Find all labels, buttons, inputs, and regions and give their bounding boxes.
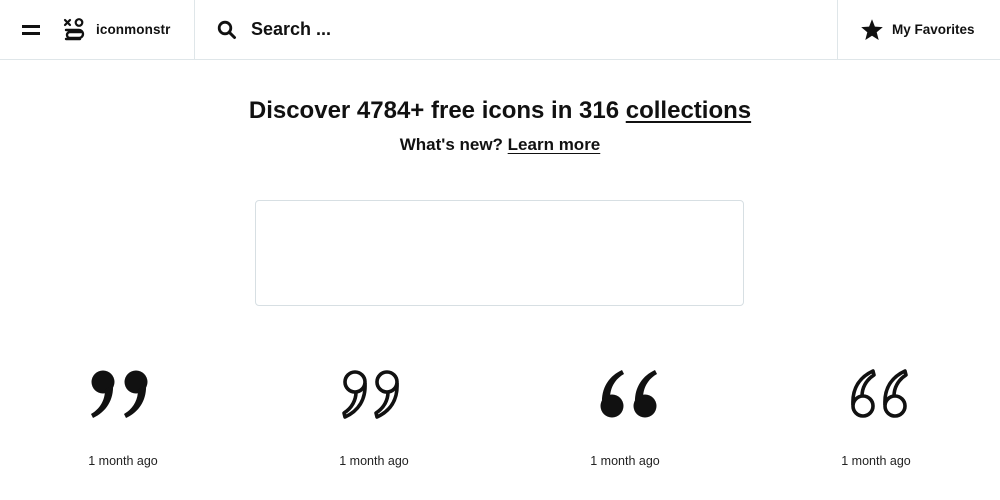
icon-card[interactable]: 1 month ago: [801, 360, 951, 468]
my-favorites-button[interactable]: My Favorites: [837, 0, 1000, 59]
top-navbar: iconmonstr My Favorites: [0, 0, 1000, 60]
quote-right-outline-icon: [342, 370, 399, 419]
my-favorites-label: My Favorites: [892, 22, 975, 37]
search-icon[interactable]: [217, 20, 237, 40]
hero-subtitle: What's new? Learn more: [0, 135, 1000, 155]
icon-timestamp: 1 month ago: [88, 454, 158, 468]
brand-area: iconmonstr: [0, 0, 195, 59]
icon-timestamp: 1 month ago: [590, 454, 660, 468]
search-bar: [195, 0, 837, 59]
hero-title: Discover 4784+ free icons in 316 collect…: [0, 97, 1000, 125]
quote-left-filled-icon: [600, 370, 657, 418]
iconmonstr-logo-icon[interactable]: [62, 17, 88, 43]
collections-link[interactable]: collections: [626, 97, 751, 124]
menu-button[interactable]: [22, 20, 42, 40]
brand-name[interactable]: iconmonstr: [96, 22, 171, 37]
quote-left-outline-icon: [851, 369, 908, 418]
ad-placeholder-box: [255, 200, 744, 306]
icon-card[interactable]: 1 month ago: [48, 360, 198, 468]
learn-more-link[interactable]: Learn more: [508, 135, 601, 154]
hero-title-text: Discover 4784+ free icons in 316: [248, 97, 626, 124]
icon-card[interactable]: 1 month ago: [299, 360, 449, 468]
icon-timestamp: 1 month ago: [841, 454, 911, 468]
hero-subtitle-text: What's new?: [399, 135, 508, 154]
icon-timestamp: 1 month ago: [339, 454, 409, 468]
hamburger-icon: [22, 24, 40, 35]
page: iconmonstr My Favorites Discover 4784+ f…: [0, 0, 1000, 500]
star-icon: [861, 18, 883, 40]
icon-card[interactable]: 1 month ago: [550, 360, 700, 468]
quote-right-filled-icon: [91, 370, 148, 418]
search-input[interactable]: [251, 19, 811, 40]
